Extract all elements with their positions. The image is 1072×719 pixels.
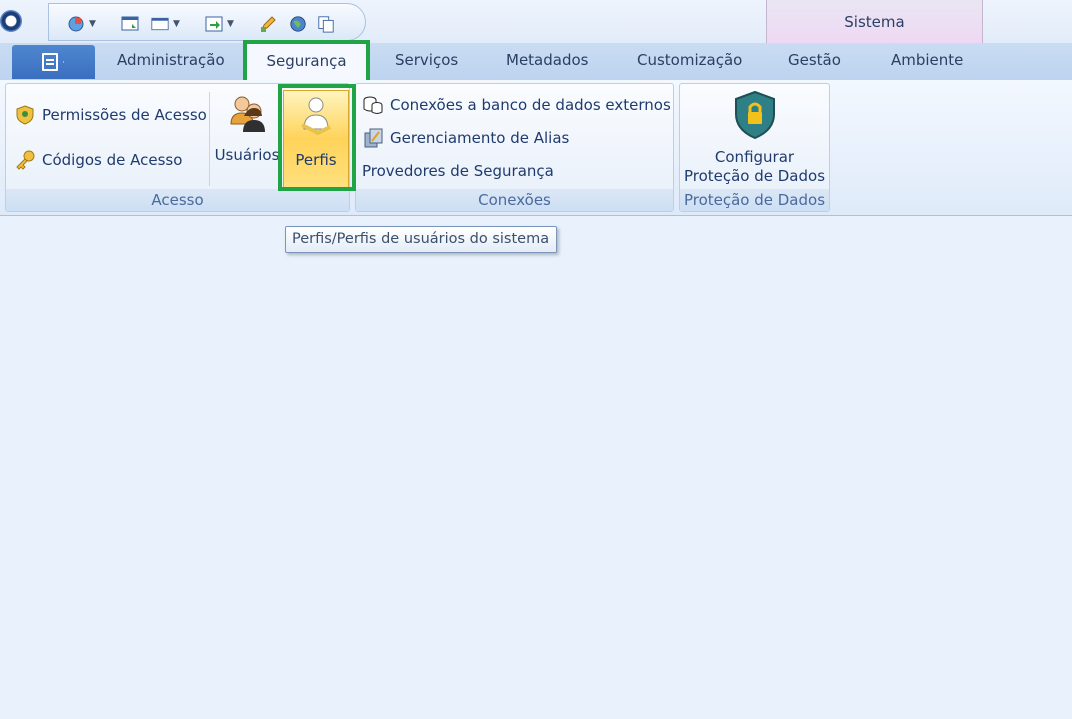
save-window-icon [121,16,139,31]
chevron-down-icon[interactable]: ▼ [173,19,180,29]
group-label-protecao-dados: Proteção de Dados [680,189,829,211]
database-icon [363,96,383,114]
quick-access-toolbar: ▼ ▼ ▼ [48,3,366,41]
ribbon-tab-strip: · Administração Segurança Serviços Metad… [0,40,1072,80]
qat-export-button[interactable]: ▼ [205,14,234,34]
web-globe-icon [68,16,84,32]
qat-web-button[interactable]: ▼ [67,14,96,34]
chevron-down-icon: · [62,57,65,67]
usuarios-button[interactable]: Usuários [213,92,281,184]
provedores-seguranca-button[interactable]: Provedores de Segurança [362,158,554,184]
tab-seguranca[interactable]: Segurança [246,40,367,80]
permissoes-label: Permissões de Acesso [42,106,207,124]
usuarios-label: Usuários [214,146,280,164]
group-conexoes: Conexões a banco de dados externos Geren… [355,83,674,212]
qat-pencil-button[interactable] [259,14,277,34]
group-label-conexoes: Conexões [356,189,673,211]
gerenciamento-alias-button[interactable]: Gerenciamento de Alias [362,125,569,151]
tab-servicos[interactable]: Serviços [395,51,458,69]
permissoes-de-acesso-button[interactable]: Permissões de Acesso [14,102,207,128]
qat-save-window-button[interactable] [121,14,139,34]
shield-lock-icon [734,90,775,140]
configurar-label-line2: Proteção de Dados [683,167,826,185]
shield-key-icon [16,105,34,125]
tab-metadados[interactable]: Metadados [506,51,588,69]
workspace-area [0,217,1072,719]
title-bar: ▼ ▼ ▼ Sistema [0,0,1072,43]
separator [209,92,210,186]
conexoes-banco-label: Conexões a banco de dados externos [390,96,671,114]
file-menu-button[interactable]: · [12,45,95,79]
perfis-label: Perfis [295,151,337,169]
users-icon [230,96,265,132]
chevron-down-icon[interactable]: ▼ [227,19,234,29]
export-icon [205,16,223,32]
ribbon-panel: Permissões de Acesso Códigos de Acesso U… [0,80,1072,216]
configurar-label-line1: Configurar [714,148,795,166]
qat-copy-button[interactable] [317,14,335,34]
group-protecao-dados: Configurar Proteção de Dados Proteção de… [679,83,830,212]
codigos-de-acesso-button[interactable]: Códigos de Acesso [14,147,182,173]
app-orb-icon[interactable] [0,10,22,32]
configurar-protecao-dados-button[interactable]: Configurar Proteção de Dados [680,90,829,186]
tab-ambiente[interactable]: Ambiente [891,51,963,69]
context-tab-sistema: Sistema [766,0,983,43]
file-menu-icon [42,53,59,71]
profile-key-icon [301,97,331,136]
pencil-icon [261,16,276,32]
copy-icon [318,16,334,33]
group-label-acesso: Acesso [6,189,349,211]
chevron-down-icon[interactable]: ▼ [89,19,96,29]
provedores-seguranca-label: Provedores de Segurança [362,162,554,180]
perfis-button[interactable]: Perfis [283,90,349,188]
key-icon [16,150,35,170]
gerenciamento-alias-label: Gerenciamento de Alias [390,129,570,147]
world-icon [290,16,306,32]
window-icon [151,17,169,31]
qat-window-button[interactable]: ▼ [151,14,180,34]
group-acesso: Permissões de Acesso Códigos de Acesso U… [5,83,350,212]
tab-administracao[interactable]: Administração [117,51,225,69]
perfis-tooltip: Perfis/Perfis de usuários do sistema [285,226,557,253]
tab-customizacao[interactable]: Customização [637,51,742,69]
codigos-label: Códigos de Acesso [42,151,183,169]
tab-gestao[interactable]: Gestão [788,51,841,69]
conexoes-banco-button[interactable]: Conexões a banco de dados externos [362,92,671,118]
alias-icon [364,128,383,148]
qat-world-button[interactable] [289,14,307,34]
